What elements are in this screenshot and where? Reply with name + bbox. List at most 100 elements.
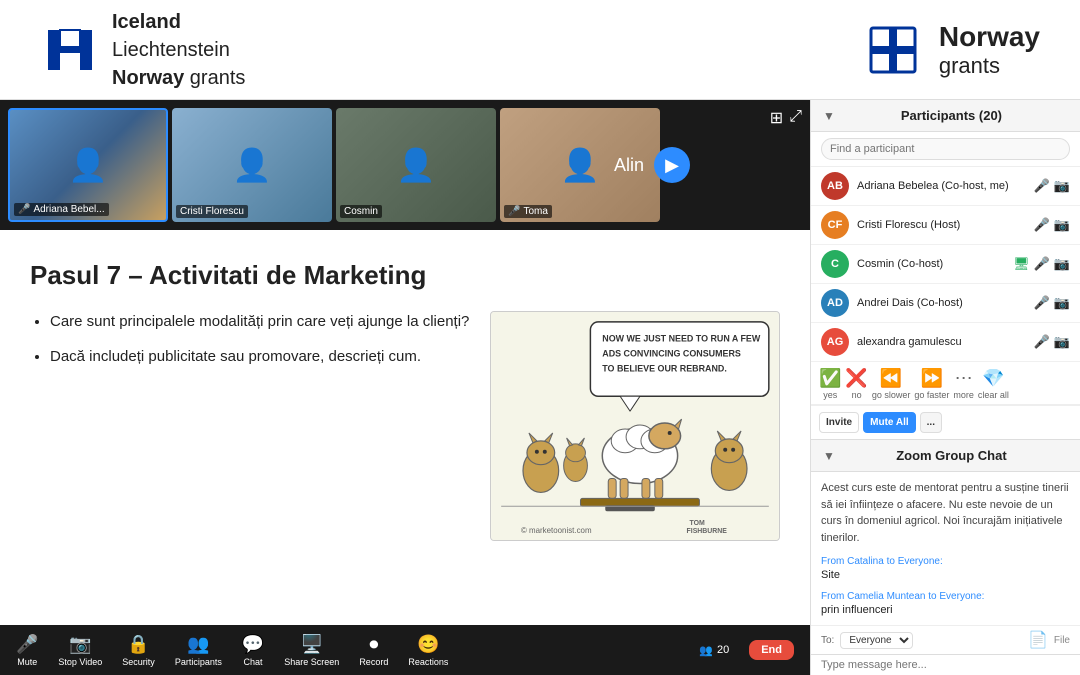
mute-all-button[interactable]: Mute All (863, 412, 916, 433)
slide-bullets: Care sunt principalele modalități prin c… (30, 311, 470, 541)
participant-icons-andrei: 🎤 📷 (1034, 295, 1070, 311)
mic-off-icon-alexandra: 🎤 (1034, 334, 1050, 350)
svg-text:ADS CONVINCING CONSUMERS: ADS CONVINCING CONSUMERS (602, 349, 741, 359)
emoji-go-slower[interactable]: ⏪ go slower (872, 368, 911, 400)
participant-icons-cristi: 🎤 📷 (1034, 217, 1070, 233)
zoom-toolbar: 🎤 Mute 📷 Stop Video 🔒 Security 👥 Partici… (0, 625, 810, 675)
active-speaker-button[interactable]: ▶ (654, 147, 690, 183)
participants-count: 👥 20 (699, 644, 729, 657)
mic-icon-cosmin: 🎤 (1034, 256, 1050, 272)
chat-section: ▼ Zoom Group Chat Acest curs este de men… (811, 440, 1080, 675)
participant-item-andrei: AD Andrei Dais (Co-host) 🎤 📷 (811, 284, 1080, 323)
video-icon-cosmin: 📷 (1054, 256, 1070, 272)
video-icon-cristi: 📷 (1054, 217, 1070, 233)
avatar-andrei: AD (821, 289, 849, 317)
video-thumb-cristi[interactable]: 👤 Cristi Florescu (172, 108, 332, 222)
emoji-yes[interactable]: ✅ yes (819, 368, 841, 400)
video-icon-alexandra: 📷 (1054, 334, 1070, 350)
emoji-reactions-row: ✅ yes ❌ no ⏪ go slower ⏩ go faster ⋯ m (811, 364, 1080, 405)
chat-to-select[interactable]: Everyone (840, 632, 913, 649)
mic-muted-icon: 🎤 (18, 204, 30, 215)
thumb-label-cristi: Cristi Florescu (180, 206, 244, 217)
security-button[interactable]: 🔒 Security (122, 634, 155, 667)
chat-title: Zoom Group Chat (896, 448, 1007, 463)
bullet-1: Care sunt principalele modalități prin c… (50, 311, 470, 332)
chat-to-label: To: (821, 635, 834, 646)
search-bar (811, 132, 1080, 167)
norway-logo-right-icon (863, 20, 923, 80)
participant-item-alexandra: AG alexandra gamulescu 🎤 📷 (811, 323, 1080, 362)
participant-item-adriana: AB Adriana Bebelea (Co-host, me) 🎤 📷 (811, 167, 1080, 206)
avatar-alexandra: AG (821, 328, 849, 356)
thumb-label-cosmin: Cosmin (344, 206, 378, 217)
chat-text-2: prin influenceri (821, 603, 1070, 618)
mic-off-icon-andrei: 🎤 (1034, 295, 1050, 311)
chat-button[interactable]: 💬 Chat (242, 634, 264, 667)
emoji-more[interactable]: ⋯ more (953, 368, 974, 400)
header: Iceland Liechtenstein Norway grants Norw… (0, 0, 1080, 100)
file-label: File (1054, 635, 1070, 646)
participants-button[interactable]: 👥 Participants (175, 634, 222, 667)
svg-text:© marketoonist.com: © marketoonist.com (521, 526, 592, 535)
video-button[interactable]: 📷 Stop Video (58, 634, 102, 667)
avatar-cristi: CF (821, 211, 849, 239)
action-buttons: Invite Mute All ... (811, 405, 1080, 439)
slide-area: Pasul 7 – Activitati de Marketing Care s… (0, 230, 810, 675)
participant-icons-cosmin: 🖥 🎤 📷 (1013, 256, 1070, 272)
fullscreen-icon[interactable]: ⤢ (789, 108, 802, 128)
search-input[interactable] (821, 138, 1070, 160)
participants-header: ▼ Participants (20) (811, 100, 1080, 132)
svg-text:TOM: TOM (690, 520, 705, 527)
chat-messages: Acest curs este de mentorat pentru a sus… (811, 472, 1080, 625)
video-icon-adriana: 📷 (1054, 178, 1070, 194)
thumb-label-adriana: Adriana Bebel... (33, 204, 104, 215)
video-bar-icons: ⊞ ⤢ (770, 108, 802, 128)
reactions-button[interactable]: 😊 Reactions (408, 634, 448, 667)
chat-header: ▼ Zoom Group Chat (811, 440, 1080, 472)
participant-name-adriana: Adriana Bebelea (Co-host, me) (857, 180, 1026, 192)
chat-intro: Acest curs este de mentorat pentru a sus… (821, 480, 1070, 546)
slide-cartoon: NOW WE JUST NEED TO RUN A FEW ADS CONVIN… (490, 311, 780, 541)
header-left-text: Iceland Liechtenstein Norway grants (112, 8, 245, 92)
share-screen-button[interactable]: 🖥️ Share Screen (284, 634, 339, 667)
mic-icon-cristi: 🎤 (1034, 217, 1050, 233)
chat-input-bar[interactable] (811, 654, 1080, 675)
grid-view-icon[interactable]: ⊞ (770, 108, 783, 128)
chat-from-2: From Camelia Muntean to Everyone: (821, 591, 1070, 602)
file-icon[interactable]: 📄 (1028, 630, 1048, 650)
avatar-cosmin: C (821, 250, 849, 278)
emoji-clear-all[interactable]: 💎 clear all (978, 368, 1009, 400)
more-options-button[interactable]: ... (920, 412, 942, 433)
emoji-go-faster[interactable]: ⏩ go faster (914, 368, 949, 400)
bullet-2: Dacă includeți publicitate sau promovare… (50, 346, 470, 367)
chat-text-1: Site (821, 568, 1070, 583)
participants-chevron[interactable]: ▼ (823, 109, 835, 123)
active-speaker-name: Alin (614, 155, 644, 176)
slide-title: Pasul 7 – Activitati de Marketing (30, 260, 780, 291)
emoji-no[interactable]: ❌ no (845, 368, 867, 400)
chat-input[interactable] (821, 659, 1070, 671)
end-button[interactable]: End (749, 640, 794, 660)
invite-button[interactable]: Invite (819, 412, 859, 433)
active-speaker: Alin ▶ (614, 147, 690, 183)
mic-off-icon-adriana: 🎤 (1034, 178, 1050, 194)
participant-list: AB Adriana Bebelea (Co-host, me) 🎤 📷 CF … (811, 167, 1080, 364)
chat-from-1: From Catalina to Everyone: (821, 556, 1070, 567)
record-button[interactable]: ⏺ Record (359, 634, 388, 667)
participant-name-cristi: Cristi Florescu (Host) (857, 219, 1026, 231)
mute-button[interactable]: 🎤 Mute (16, 634, 38, 667)
main-content: 👤 🎤 Adriana Bebel... 👤 Cristi Florescu 👤… (0, 100, 1080, 675)
norway-logo-left-icon (40, 20, 100, 80)
avatar-adriana: AB (821, 172, 849, 200)
svg-text:FISHBURNE: FISHBURNE (687, 528, 728, 535)
right-panel: ▼ Participants (20) AB Adriana Bebelea (… (810, 100, 1080, 675)
participant-name-alexandra: alexandra gamulescu (857, 336, 1026, 348)
participants-section: ▼ Participants (20) AB Adriana Bebelea (… (811, 100, 1080, 440)
video-thumb-cosmin[interactable]: 👤 Cosmin (336, 108, 496, 222)
participant-name-cosmin: Cosmin (Co-host) (857, 258, 1005, 270)
participant-item-cristi: CF Cristi Florescu (Host) 🎤 📷 (811, 206, 1080, 245)
participant-icons-alexandra: 🎤 📷 (1034, 334, 1070, 350)
video-thumb-adriana[interactable]: 👤 🎤 Adriana Bebel... (8, 108, 168, 222)
slide-content: Care sunt principalele modalități prin c… (30, 311, 780, 541)
chat-chevron[interactable]: ▼ (823, 449, 835, 463)
